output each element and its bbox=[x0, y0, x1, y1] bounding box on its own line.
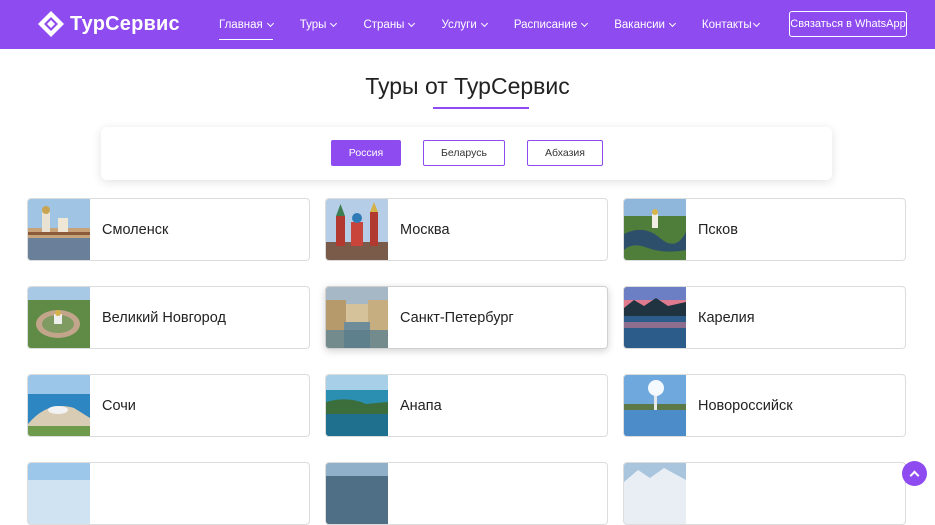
destination-photo bbox=[624, 463, 686, 524]
nav-item-services[interactable]: Услуги bbox=[441, 14, 488, 36]
destination-card-partial[interactable] bbox=[27, 462, 310, 525]
page-title: Туры от ТурСервис bbox=[365, 73, 570, 99]
filter-abkhazia-button[interactable]: Абхазия bbox=[527, 140, 603, 166]
nav-item-label: Расписание bbox=[513, 18, 578, 31]
logo-icon bbox=[37, 10, 65, 38]
nav-item-label: Контакты bbox=[701, 18, 752, 31]
destination-photo bbox=[28, 463, 90, 524]
chevron-up-icon bbox=[909, 470, 920, 480]
logo[interactable]: ТурСервис bbox=[37, 10, 180, 38]
smolensk-photo bbox=[28, 199, 90, 260]
destination-name: Москва bbox=[400, 221, 450, 238]
destination-card-anapa[interactable]: Анапа bbox=[325, 374, 608, 437]
nav-item-schedule[interactable]: Расписание bbox=[513, 14, 589, 36]
country-filter: Россия Беларусь Абхазия bbox=[101, 127, 832, 180]
brand-name: ТурСервис bbox=[70, 12, 180, 35]
scroll-to-top-button[interactable] bbox=[902, 461, 927, 486]
nav-item-vacancies[interactable]: Вакансии bbox=[614, 14, 676, 36]
destination-card-karelia[interactable]: Карелия bbox=[623, 286, 906, 349]
sochi-photo bbox=[28, 375, 90, 436]
destination-name: Карелия bbox=[698, 309, 755, 326]
destination-card-sochi[interactable]: Сочи bbox=[27, 374, 310, 437]
chevron-down-icon bbox=[408, 19, 416, 27]
chevron-down-icon bbox=[752, 19, 760, 27]
saint-petersburg-photo bbox=[326, 287, 388, 348]
destination-card-veliky-novgorod[interactable]: Великий Новгород bbox=[27, 286, 310, 349]
destination-card-novorossiysk[interactable]: Новороссийск bbox=[623, 374, 906, 437]
veliky-novgorod-photo bbox=[28, 287, 90, 348]
karelia-photo bbox=[624, 287, 686, 348]
nav-item-label: Страны bbox=[363, 18, 405, 31]
title-underline bbox=[433, 107, 529, 109]
destination-name: Анапа bbox=[400, 397, 442, 414]
nav-item-label: Услуги bbox=[441, 18, 477, 31]
destination-card-saint-petersburg[interactable]: Санкт-Петербург bbox=[325, 286, 608, 349]
moscow-photo bbox=[326, 199, 388, 260]
destination-name: Сочи bbox=[102, 397, 136, 414]
nav-item-tours[interactable]: Туры bbox=[299, 14, 338, 36]
filter-russia-button[interactable]: Россия bbox=[331, 140, 401, 166]
nav-item-label: Главная bbox=[219, 18, 263, 31]
chevron-down-icon bbox=[330, 19, 338, 27]
destination-name: Псков bbox=[698, 221, 738, 238]
destination-name: Новороссийск bbox=[698, 397, 793, 414]
filter-belarus-button[interactable]: Беларусь bbox=[423, 140, 505, 166]
whatsapp-button[interactable]: Связаться в WhatsApp bbox=[789, 11, 907, 37]
destination-card-smolensk[interactable]: Смоленск bbox=[27, 198, 310, 261]
chevron-down-icon bbox=[581, 19, 589, 27]
destination-card-moscow[interactable]: Москва bbox=[325, 198, 608, 261]
site-header: ТурСервис Главная Туры Страны Услуги Рас… bbox=[0, 0, 935, 49]
nav-item-label: Вакансии bbox=[614, 18, 665, 31]
chevron-down-icon bbox=[266, 19, 274, 27]
main-nav: Главная Туры Страны Услуги Расписание Ва… bbox=[219, 0, 760, 49]
nav-item-contacts[interactable]: Контакты bbox=[701, 14, 760, 36]
destination-name: Смоленск bbox=[102, 221, 169, 238]
destination-name: Великий Новгород bbox=[102, 309, 226, 326]
anapa-photo bbox=[326, 375, 388, 436]
nav-item-home[interactable]: Главная bbox=[219, 14, 274, 40]
nav-item-label: Туры bbox=[299, 18, 327, 31]
pskov-photo bbox=[624, 199, 686, 260]
destination-card-partial[interactable] bbox=[623, 462, 906, 525]
chevron-down-icon bbox=[668, 19, 676, 27]
nav-item-countries[interactable]: Страны bbox=[363, 14, 416, 36]
novorossiysk-photo bbox=[624, 375, 686, 436]
destination-card-pskov[interactable]: Псков bbox=[623, 198, 906, 261]
destination-name: Санкт-Петербург bbox=[400, 309, 514, 326]
destination-photo bbox=[326, 463, 388, 524]
chevron-down-icon bbox=[480, 19, 488, 27]
destination-card-partial[interactable] bbox=[325, 462, 608, 525]
